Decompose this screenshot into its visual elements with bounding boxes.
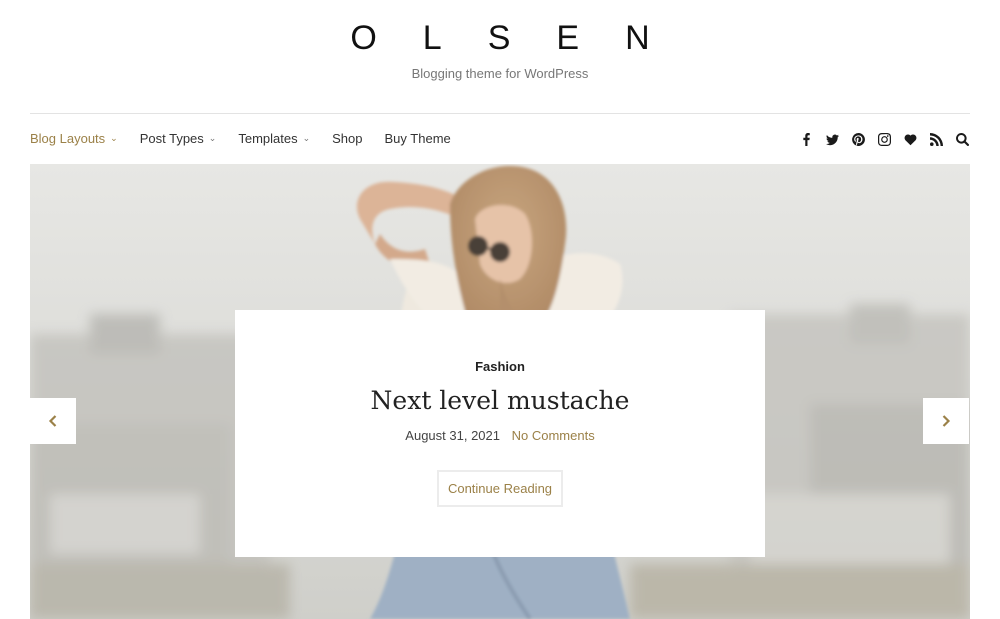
- continue-reading-button[interactable]: Continue Reading: [437, 470, 563, 507]
- slide-caption-card: Fashion Next level mustache August 31, 2…: [235, 310, 765, 557]
- chevron-right-icon: [942, 415, 951, 427]
- nav-item-label: Buy Theme: [384, 131, 451, 146]
- instagram-icon[interactable]: [877, 132, 891, 146]
- search-icon[interactable]: [955, 132, 969, 146]
- site-title[interactable]: OLSEN: [0, 18, 1000, 58]
- nav-item-buy-theme[interactable]: Buy Theme: [385, 129, 451, 149]
- main-navigation: Blog Layouts ⌄ Post Types ⌄ Templates ⌄ …: [30, 128, 473, 150]
- nav-item-post-types[interactable]: Post Types ⌄: [140, 129, 217, 149]
- twitter-icon[interactable]: [825, 132, 839, 146]
- slider-next-button[interactable]: [923, 398, 969, 444]
- slider-prev-button[interactable]: [30, 398, 76, 444]
- post-meta: August 31, 2021 No Comments: [235, 428, 765, 443]
- nav-item-label: Templates: [238, 131, 298, 146]
- header-divider: [30, 113, 970, 114]
- chevron-down-icon: ⌄: [208, 133, 217, 143]
- pinterest-icon[interactable]: [851, 132, 865, 146]
- rss-icon[interactable]: [929, 132, 943, 146]
- nav-item-shop[interactable]: Shop: [332, 129, 362, 149]
- nav-item-label: Shop: [332, 131, 363, 146]
- chevron-left-icon: [48, 415, 57, 427]
- nav-item-label: Blog Layouts: [30, 131, 106, 146]
- post-comments-link[interactable]: No Comments: [512, 428, 595, 443]
- site-header: OLSEN Blogging theme for WordPress: [0, 0, 1000, 113]
- chevron-down-icon: ⌄: [302, 133, 311, 143]
- post-title[interactable]: Next level mustache: [235, 384, 765, 418]
- nav-item-blog-layouts[interactable]: Blog Layouts ⌄: [30, 129, 118, 149]
- chevron-down-icon: ⌄: [110, 133, 118, 143]
- post-category[interactable]: Fashion: [235, 359, 765, 374]
- site-tagline: Blogging theme for WordPress: [411, 66, 589, 81]
- facebook-icon[interactable]: [799, 132, 813, 146]
- social-icons: [787, 129, 969, 149]
- nav-item-templates[interactable]: Templates ⌄: [238, 129, 310, 149]
- nav-item-label: Post Types: [139, 131, 204, 146]
- bloglovin-heart-icon[interactable]: [903, 132, 917, 146]
- post-date: August 31, 2021: [405, 428, 500, 443]
